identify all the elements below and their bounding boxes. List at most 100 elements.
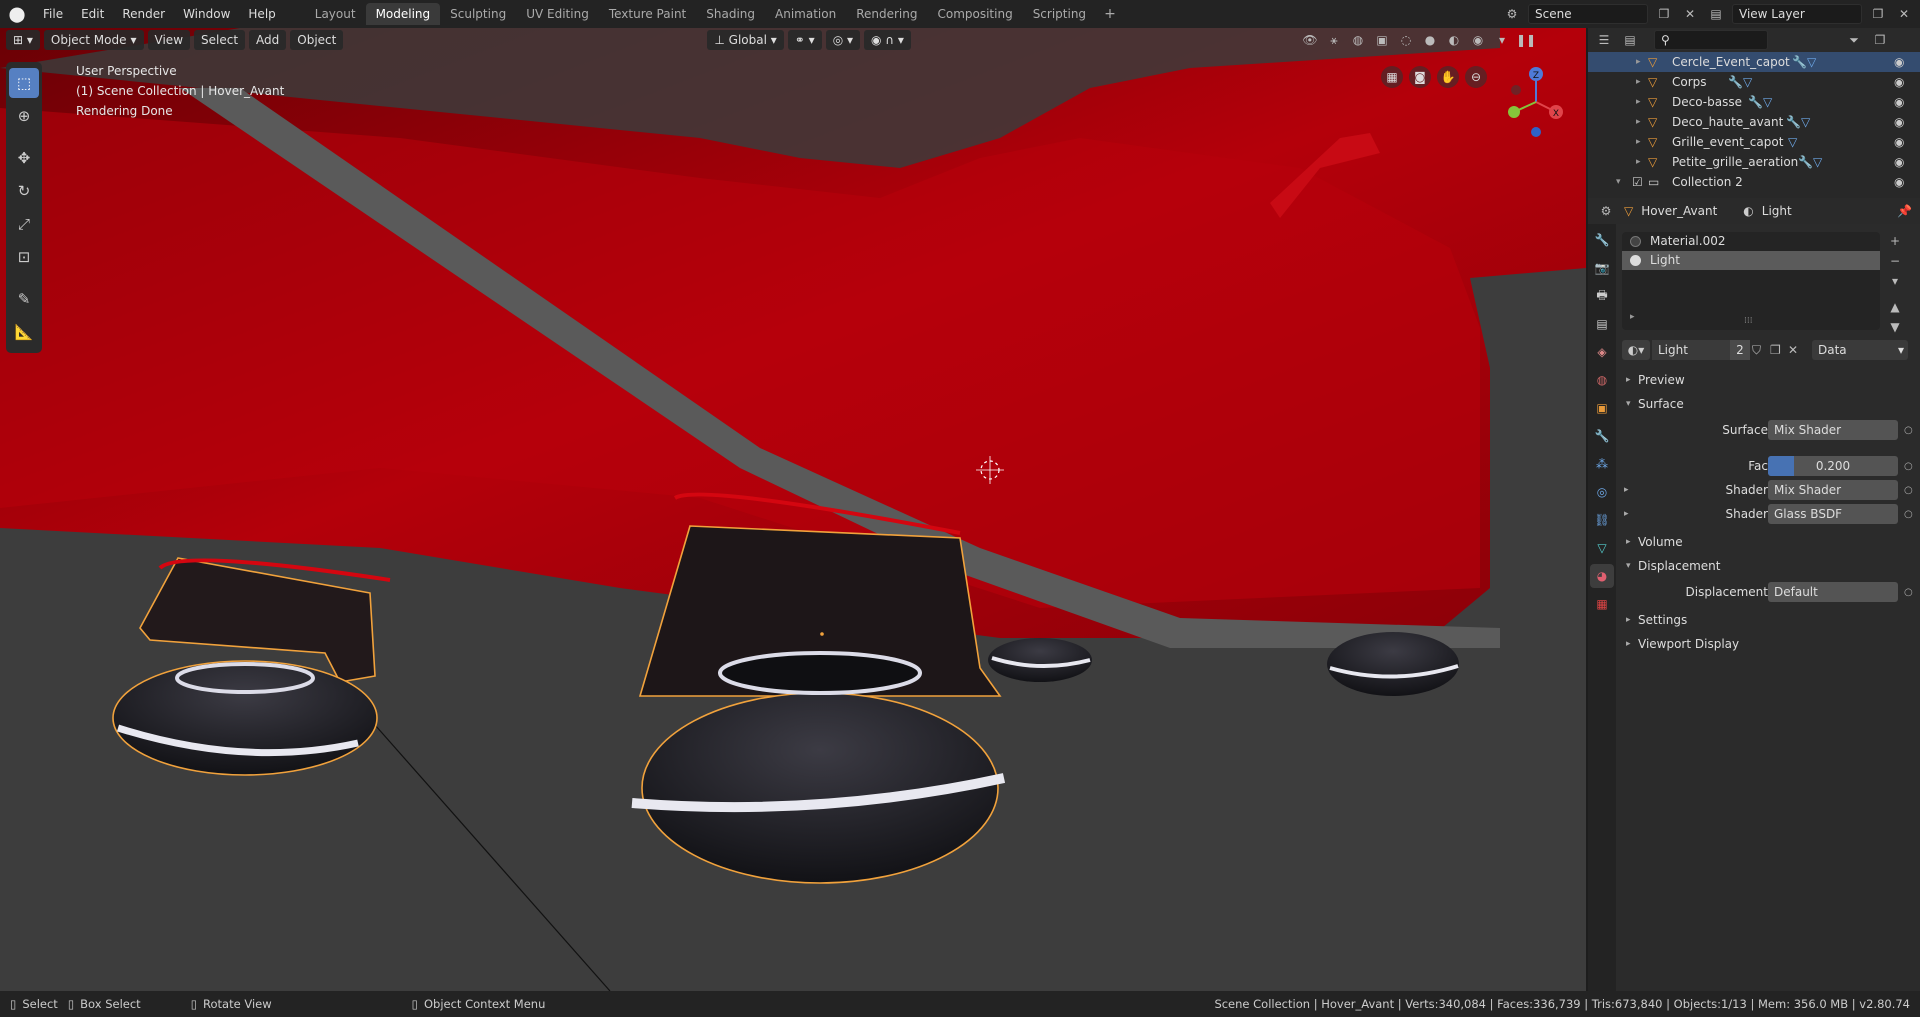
eye-icon[interactable]: ◉ bbox=[1894, 175, 1904, 189]
gizmo-toggle-icon[interactable]: ⚹ bbox=[1324, 30, 1344, 50]
xray-icon[interactable]: ▣ bbox=[1372, 30, 1392, 50]
zoom-icon[interactable]: ⊖ bbox=[1465, 66, 1487, 88]
resize-handle-icon[interactable]: ⁞⁞⁞ bbox=[1744, 316, 1753, 326]
physics-tab-icon[interactable]: ◎ bbox=[1590, 480, 1614, 504]
add-slot-icon[interactable]: + bbox=[1886, 232, 1904, 250]
remove-slot-icon[interactable]: − bbox=[1886, 252, 1904, 270]
outliner-row[interactable]: ▸ ▽ Corps 🔧▽ ◉ bbox=[1588, 72, 1920, 92]
tab-modeling[interactable]: Modeling bbox=[365, 3, 441, 25]
surface-panel-header[interactable]: ▾ Surface bbox=[1622, 392, 1920, 416]
material-slot[interactable]: Light bbox=[1622, 251, 1880, 270]
eye-icon[interactable]: ◉ bbox=[1894, 155, 1904, 169]
outliner-row[interactable]: ▸ ▽ Grille_event_capot ▽ ◉ bbox=[1588, 132, 1920, 152]
unlink-material-icon[interactable]: ✕ bbox=[1788, 343, 1798, 357]
tab-shading[interactable]: Shading bbox=[696, 3, 765, 25]
editor-type-icon[interactable]: ⚙ bbox=[1596, 201, 1616, 221]
pin-icon[interactable]: 📌 bbox=[1897, 204, 1912, 218]
pan-hand-icon[interactable]: ✋ bbox=[1437, 66, 1459, 88]
displacement-panel-header[interactable]: ▾ Displacement bbox=[1622, 554, 1920, 578]
slot-menu-icon[interactable]: ▾ bbox=[1886, 272, 1904, 290]
outliner-collection-row[interactable]: ▾ ☑ ▭ Collection 2 ◉ bbox=[1588, 172, 1920, 192]
settings-panel-header[interactable]: ▸ Settings bbox=[1622, 608, 1920, 632]
fac-slider[interactable]: 0.200 bbox=[1768, 456, 1898, 476]
shading-wireframe-icon[interactable]: ◌ bbox=[1396, 30, 1416, 50]
axis-gizmo[interactable]: Z X bbox=[1496, 62, 1566, 142]
visibility-icon[interactable]: 👁 bbox=[1300, 30, 1320, 50]
eye-icon[interactable]: ◉ bbox=[1894, 135, 1904, 149]
mode-selector[interactable]: Object Mode ▾ bbox=[43, 30, 144, 50]
scale-tool-icon[interactable]: ⤢ bbox=[9, 209, 39, 239]
3d-viewport[interactable]: ⊞ ▾ Object Mode ▾ View Select Add Object… bbox=[0, 28, 1586, 991]
fake-user-icon[interactable]: ⛉ bbox=[1752, 343, 1761, 358]
texture-tab-icon[interactable]: ▦ bbox=[1590, 592, 1614, 616]
outliner-row[interactable]: ▸ ▽ Petite_grille_aeration 🔧▽ ◉ bbox=[1588, 152, 1920, 172]
eye-icon[interactable]: ◉ bbox=[1894, 115, 1904, 129]
add-workspace-icon[interactable]: + bbox=[1096, 6, 1124, 22]
view-layer-tab-icon[interactable]: ▤ bbox=[1590, 312, 1614, 336]
eye-icon[interactable]: ◉ bbox=[1894, 75, 1904, 89]
filter-icon[interactable]: ⏷ bbox=[1844, 30, 1864, 50]
menu-file[interactable]: File bbox=[34, 0, 72, 28]
particles-tab-icon[interactable]: ⁂ bbox=[1590, 452, 1614, 476]
new-collection-icon[interactable]: ❐ bbox=[1870, 30, 1890, 50]
shading-material-icon[interactable]: ◐ bbox=[1444, 30, 1464, 50]
snap-icon[interactable]: ◎ ▾ bbox=[825, 30, 860, 50]
tab-texture-paint[interactable]: Texture Paint bbox=[599, 3, 696, 25]
cursor-tool-icon[interactable]: ⊕ bbox=[9, 101, 39, 131]
select-box-tool-icon[interactable]: ⬚ bbox=[9, 68, 39, 98]
tab-animation[interactable]: Animation bbox=[765, 3, 846, 25]
move-tool-icon[interactable]: ✥ bbox=[9, 143, 39, 173]
shading-options-icon[interactable]: ▾ bbox=[1492, 30, 1512, 50]
measure-tool-icon[interactable]: 📐 bbox=[9, 317, 39, 347]
camera-view-icon[interactable]: ◙ bbox=[1409, 66, 1431, 88]
shader1-field[interactable]: Mix Shader bbox=[1768, 480, 1898, 500]
proportional-edit-icon[interactable]: ◉ ∩ ▾ bbox=[864, 30, 911, 50]
tab-scripting[interactable]: Scripting bbox=[1023, 3, 1096, 25]
menu-edit[interactable]: Edit bbox=[72, 0, 113, 28]
add-menu[interactable]: Add bbox=[249, 30, 287, 50]
modifier-tab-icon[interactable]: 🔧 bbox=[1590, 424, 1614, 448]
eye-icon[interactable]: ◉ bbox=[1894, 55, 1904, 69]
delete-view-layer-icon[interactable]: ✕ bbox=[1894, 4, 1914, 24]
tab-layout[interactable]: Layout bbox=[305, 3, 366, 25]
scene-icon[interactable]: ⚙ bbox=[1502, 4, 1522, 24]
socket-dot-icon[interactable]: ○ bbox=[1904, 509, 1913, 520]
grid-view-icon[interactable]: ▦ bbox=[1381, 66, 1403, 88]
editor-type-icon[interactable]: ☰ bbox=[1594, 30, 1614, 50]
world-tab-icon[interactable]: ◍ bbox=[1590, 368, 1614, 392]
orientation-selector[interactable]: ⊥ Global ▾ bbox=[707, 30, 784, 50]
view-layer-field[interactable]: View Layer bbox=[1732, 4, 1862, 24]
move-down-icon[interactable]: ▼ bbox=[1886, 318, 1904, 336]
outliner-row[interactable]: ▸ ▽ Cercle_Event_capot 🔧▽ ◉ bbox=[1588, 52, 1920, 72]
surface-shader-field[interactable]: Mix Shader bbox=[1768, 420, 1898, 440]
duplicate-material-icon[interactable]: ❐ bbox=[1770, 343, 1781, 357]
socket-dot-icon[interactable]: ○ bbox=[1904, 461, 1913, 472]
tab-compositing[interactable]: Compositing bbox=[927, 3, 1022, 25]
view-layer-icon[interactable]: ▤ bbox=[1706, 4, 1726, 24]
menu-help[interactable]: Help bbox=[239, 0, 284, 28]
tab-rendering[interactable]: Rendering bbox=[846, 3, 927, 25]
eye-icon[interactable]: ◉ bbox=[1894, 95, 1904, 109]
move-up-icon[interactable]: ▲ bbox=[1886, 298, 1904, 316]
shading-solid-icon[interactable]: ● bbox=[1420, 30, 1440, 50]
output-tab-icon[interactable]: 🖶 bbox=[1590, 284, 1614, 308]
expand-icon[interactable]: ▸ bbox=[1636, 157, 1641, 167]
expand-icon[interactable]: ▸ bbox=[1636, 137, 1641, 147]
expand-icon[interactable]: ▸ bbox=[1636, 57, 1641, 67]
select-menu[interactable]: Select bbox=[194, 30, 246, 50]
expand-icon[interactable]: ▸ bbox=[1636, 77, 1641, 87]
display-mode-icon[interactable]: ▤ bbox=[1620, 30, 1640, 50]
expand-icon[interactable]: ▸ bbox=[1624, 509, 1629, 519]
expand-icon[interactable]: ▸ bbox=[1624, 485, 1629, 495]
blender-logo-icon[interactable]: ⬤ bbox=[0, 0, 34, 28]
delete-scene-icon[interactable]: ✕ bbox=[1680, 4, 1700, 24]
displacement-field[interactable]: Default bbox=[1768, 582, 1898, 602]
new-view-layer-icon[interactable]: ❐ bbox=[1868, 4, 1888, 24]
shader2-field[interactable]: Glass BSDF bbox=[1768, 504, 1898, 524]
tab-sculpting[interactable]: Sculpting bbox=[440, 3, 516, 25]
scene-tab-icon[interactable]: ◈ bbox=[1590, 340, 1614, 364]
socket-dot-icon[interactable]: ○ bbox=[1904, 485, 1913, 496]
object-tab-icon[interactable]: ▣ bbox=[1590, 396, 1614, 420]
expand-icon[interactable]: ▸ bbox=[1630, 312, 1635, 322]
menu-render[interactable]: Render bbox=[113, 0, 174, 28]
